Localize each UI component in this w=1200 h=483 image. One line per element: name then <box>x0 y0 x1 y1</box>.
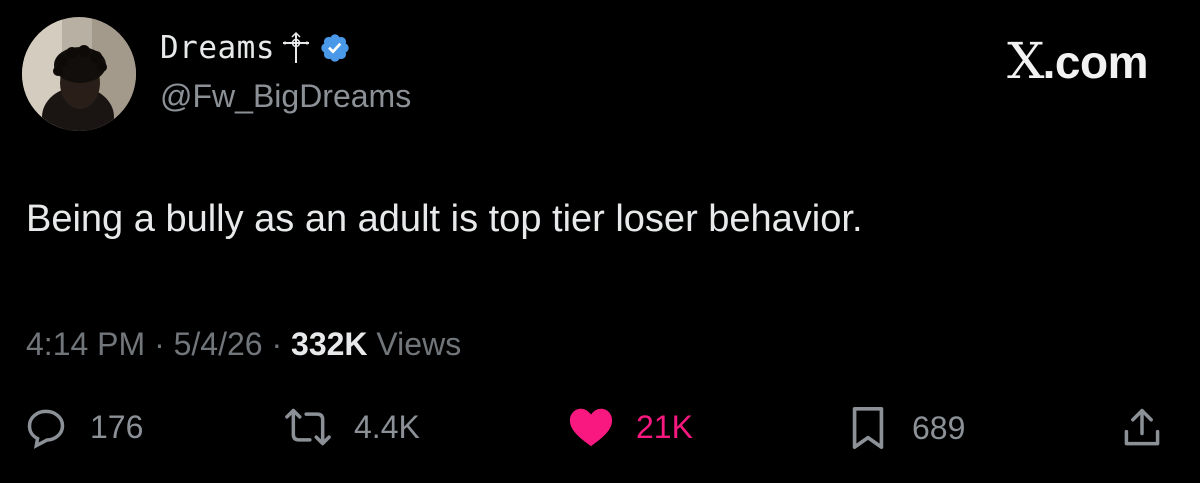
share-icon <box>1124 408 1160 446</box>
display-name-text[interactable]: Dreams <box>160 30 275 66</box>
dagger-emblem-icon <box>282 31 309 63</box>
avatar[interactable] <box>22 17 136 131</box>
reply-button[interactable]: 176 <box>24 405 143 449</box>
like-button[interactable]: 21K <box>568 405 693 449</box>
action-bar: 176 4.4K 21K 689 <box>0 405 1200 465</box>
tweet-text: Being a bully as an adult is top tier lo… <box>26 198 863 240</box>
verified-badge-icon <box>321 34 349 62</box>
share-button[interactable] <box>1120 405 1164 451</box>
bookmark-count: 689 <box>912 409 966 446</box>
bookmark-button[interactable]: 689 <box>846 405 965 451</box>
brand-logo: X.com <box>1006 32 1149 90</box>
brand-x-letter: X <box>1006 32 1044 90</box>
views-label: Views <box>376 326 462 362</box>
like-count: 21K <box>636 408 693 445</box>
tweet-time[interactable]: 4:14 PM <box>26 326 145 362</box>
tweet-meta: 4:14 PM · 5/4/26 · 332K Views <box>26 326 461 363</box>
tweet-date[interactable]: 5/4/26 <box>174 326 263 362</box>
repost-button[interactable]: 4.4K <box>284 405 420 449</box>
display-name[interactable]: Dreams <box>160 30 351 66</box>
repost-icon <box>285 408 331 446</box>
meta-separator: · <box>262 326 292 362</box>
reply-icon <box>27 409 65 449</box>
reply-count: 176 <box>90 408 144 445</box>
user-handle[interactable]: @Fw_BigDreams <box>160 78 411 115</box>
bookmark-icon <box>852 407 884 449</box>
views-count[interactable]: 332K <box>291 326 368 362</box>
meta-separator: · <box>145 326 174 362</box>
heart-icon <box>569 408 613 447</box>
brand-domain: .com <box>1042 36 1149 88</box>
repost-count: 4.4K <box>354 408 420 445</box>
avatar-image <box>22 17 136 131</box>
